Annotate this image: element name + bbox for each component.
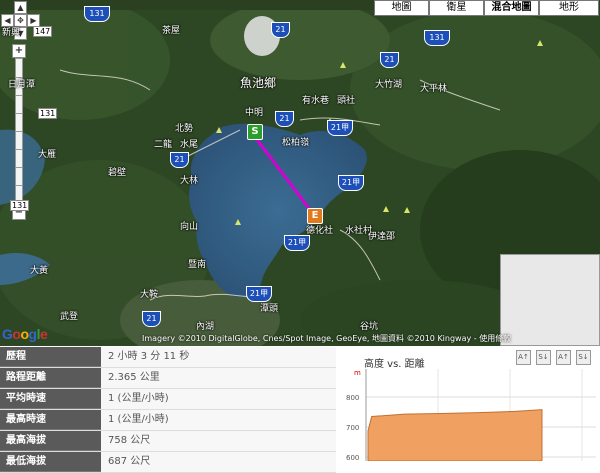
place-label: 新興	[2, 28, 21, 38]
stats-row: 歷程 2 小時 3 分 11 秒	[0, 347, 336, 368]
y-tick-label: 600	[346, 454, 359, 461]
place-label: 魚池鄉	[240, 76, 277, 90]
place-label: 潭頭	[260, 304, 279, 314]
place-label: 中明	[245, 108, 264, 118]
elevation-chart-panel: 高度 vs. 距離 m A↑ S↓ A↑ S↓ 800 700 600	[338, 347, 600, 461]
place-label: 碧壁	[108, 168, 127, 178]
route-shield: 21	[170, 152, 189, 168]
stats-row: 平均時速 1 (公里/小時)	[0, 389, 336, 410]
route-shield: 21甲	[327, 120, 353, 136]
place-label: 大雁	[38, 150, 57, 160]
stats-row: 路程距離 2.365 公里	[0, 368, 336, 389]
place-label: 德化社	[306, 226, 334, 236]
stats-row: 最高時速 1 (公里/小時)	[0, 410, 336, 431]
route-shield: 131	[84, 6, 110, 22]
zoom-in-button[interactable]: +	[12, 44, 26, 58]
stats-row: 最低海拔 687 公尺	[0, 452, 336, 473]
map-view[interactable]: 地圖 衛星 混合地圖 地形 ▲ ◀ ✥ ▶ ▼ + − 147 131 131 …	[0, 0, 600, 346]
place-label: 日月潭	[8, 80, 36, 90]
place-label: 大鞍	[140, 290, 159, 300]
stats-value: 687 公尺	[101, 452, 336, 472]
place-label: 頭社	[337, 96, 356, 106]
pan-left-icon[interactable]: ◀	[1, 14, 14, 27]
map-attribution[interactable]: Imagery ©2010 DigitalGlobe, Cnes/Spot Im…	[142, 333, 511, 344]
route-shield: 21	[275, 111, 294, 127]
elevation-chart: 800 700 600	[346, 369, 596, 461]
place-label: 水尾	[180, 140, 199, 150]
zoom-level-label: 131	[38, 108, 58, 119]
stats-label: 平均時速	[0, 389, 101, 409]
stats-value: 758 公尺	[101, 431, 336, 451]
route-shield: 21甲	[284, 235, 310, 251]
y-tick-label: 800	[346, 394, 359, 402]
end-marker[interactable]: E	[307, 208, 323, 224]
place-label: 松柏嶺	[282, 138, 310, 148]
stats-value: 1 (公里/小時)	[101, 389, 336, 409]
place-label: 北勢	[175, 124, 194, 134]
stats-label: 最高時速	[0, 410, 101, 430]
pan-up-icon[interactable]: ▲	[14, 1, 27, 14]
place-label: 大竹湖	[375, 80, 403, 90]
route-shield: 21	[142, 311, 161, 327]
route-shield: 21甲	[338, 175, 364, 191]
stats-value: 2.365 公里	[101, 368, 336, 388]
place-label: 大黃	[30, 266, 49, 276]
stats-label: 路程距離	[0, 368, 101, 388]
route-shield: 21甲	[246, 286, 272, 302]
place-label: 大林	[180, 176, 199, 186]
track-stats-table: 歷程 2 小時 3 分 11 秒 路程距離 2.365 公里 平均時速 1 (公…	[0, 347, 336, 473]
place-label: 二龍	[154, 140, 173, 150]
start-marker[interactable]: S	[247, 124, 263, 140]
stats-label: 歷程	[0, 347, 101, 367]
stats-value: 1 (公里/小時)	[101, 410, 336, 430]
center-icon[interactable]: ✥	[14, 14, 27, 27]
zoom-level-label: 147	[33, 26, 53, 37]
map-type-hybrid-button[interactable]: 混合地圖	[484, 0, 539, 16]
place-label: 武登	[60, 312, 79, 322]
place-label: 谷坑	[360, 322, 379, 332]
place-label: 伊達邵	[368, 232, 396, 242]
elevation-area	[367, 409, 543, 461]
place-label: 內湖	[196, 322, 215, 332]
map-type-terrain-button[interactable]: 地形	[539, 0, 599, 16]
place-label: 茶屋	[162, 26, 181, 36]
stats-label: 最高海拔	[0, 431, 101, 451]
place-label: 有水巷	[302, 96, 330, 106]
stats-value: 2 小時 3 分 11 秒	[101, 347, 336, 367]
stats-label: 最低海拔	[0, 452, 101, 472]
zoom-level-label: 131	[10, 200, 30, 211]
zoom-control[interactable]: + −	[10, 44, 26, 220]
y-tick-label: 700	[346, 424, 359, 432]
place-label: 大平林	[420, 84, 448, 94]
map-type-satellite-button[interactable]: 衛星	[429, 0, 484, 16]
stats-row: 最高海拔 758 公尺	[0, 431, 336, 452]
map-type-map-button[interactable]: 地圖	[374, 0, 429, 16]
place-label: 向山	[180, 222, 199, 232]
google-logo: Google	[2, 326, 48, 342]
place-label: 暨南	[188, 260, 207, 270]
route-shield: 21	[271, 22, 290, 38]
route-shield: 131	[424, 30, 450, 46]
route-shield: 21	[380, 52, 399, 68]
overview-map[interactable]	[500, 254, 600, 346]
